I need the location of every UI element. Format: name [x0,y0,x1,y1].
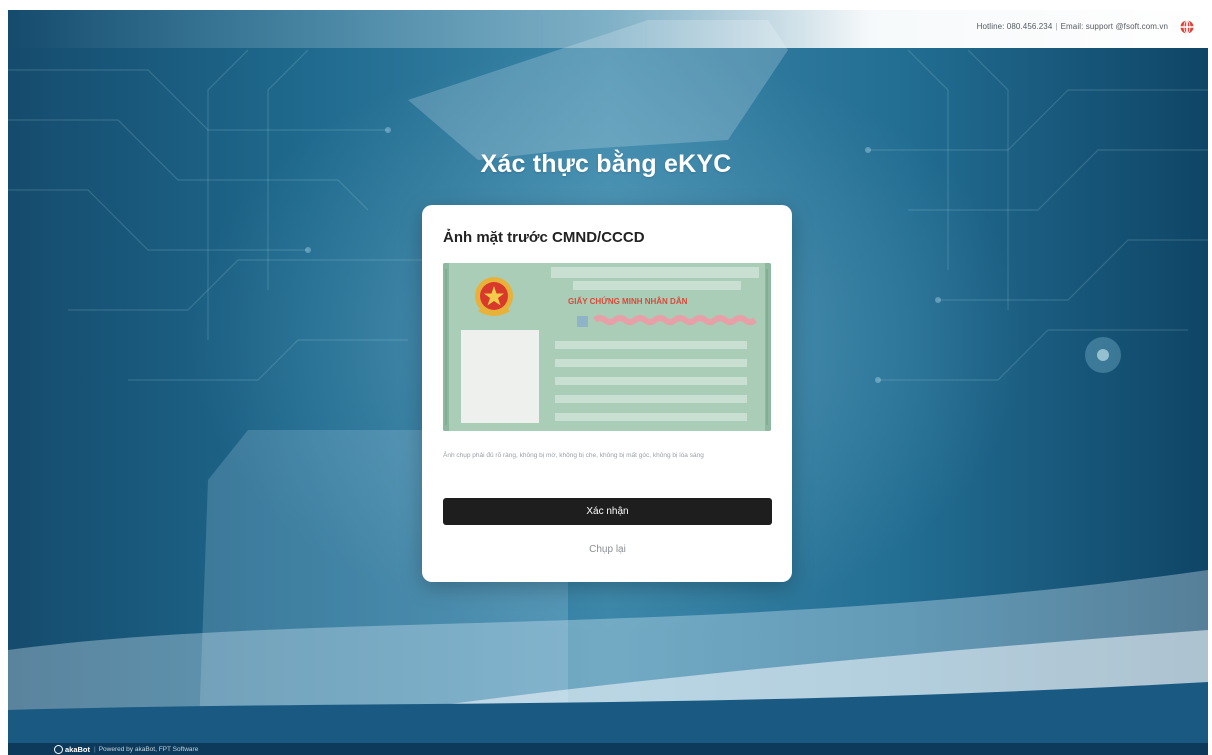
footer-brand: akaBot [65,745,91,754]
footer-content: akaBot | Powered by akaBot, FPT Software [54,745,198,754]
id-card-heading: GIẤY CHỨNG MINH NHÂN DÂN [568,296,688,306]
ekyc-card: Ảnh mặt trước CMND/CCCD GIẤY CHỨNG MINH … [422,205,792,582]
akabot-logo-icon [54,745,63,754]
globe-flag-icon[interactable] [1180,20,1194,34]
retake-button[interactable]: Chụp lại [443,539,772,559]
id-card-illustration: GIẤY CHỨNG MINH NHÂN DÂN [443,263,771,431]
footer: akaBot | Powered by akaBot, FPT Software [8,743,1208,755]
page-title: Xác thực bằng eKYC [480,150,732,178]
top-bar: Hotline: 080.456.234 | Email: support @fso… [8,10,1208,48]
contact-info: Hotline: 080.456.234 | Email: support @fso… [977,22,1168,31]
hotline-link[interactable]: Hotline: 080.456.234 [977,22,1053,31]
footer-powered-by: Powered by akaBot, FPT Software [98,746,199,753]
id-card-front-image: GIẤY CHỨNG MINH NHÂN DÂN [443,263,771,431]
email-link[interactable]: Email: support @fsoft.com.vn [1061,22,1168,31]
contact-separator: | [1055,22,1058,31]
card-title: Ảnh mặt trước CMND/CCCD [443,229,645,246]
confirm-button[interactable]: Xác nhận [443,498,772,525]
capture-hint: Ảnh chụp phải đủ rõ ràng, không bị mờ, k… [443,452,704,459]
national-emblem-icon [475,277,513,316]
footer-separator: | [94,746,96,753]
